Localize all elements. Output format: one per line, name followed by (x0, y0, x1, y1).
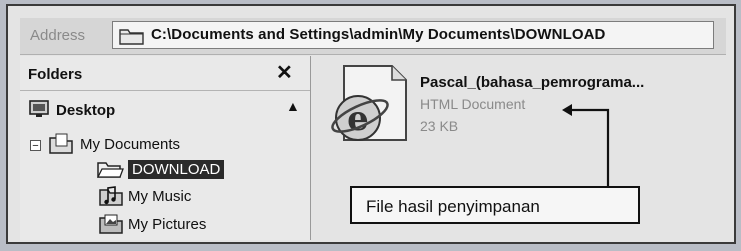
callout-arrow (562, 104, 610, 186)
folder-music-icon (98, 184, 124, 208)
file-size: 23 KB (420, 118, 459, 134)
folder-open-icon (96, 158, 124, 180)
internet-explorer-html-icon[interactable]: e (322, 62, 410, 152)
tree-item-label: My Documents (80, 136, 181, 153)
file-name[interactable]: Pascal_(bahasa_pemrograma... (420, 74, 644, 91)
close-icon[interactable]: ✕ (276, 60, 293, 85)
address-bar: Address C:\Documents and Settings\admin\… (20, 18, 726, 55)
scroll-up-icon[interactable]: ▲ (286, 98, 300, 114)
tree-item-label: Desktop (56, 102, 116, 119)
callout-text: File hasil penyimpanan (366, 197, 540, 216)
folders-pane: Folders ✕ ▲ Desktop − My Documents DOWNL… (20, 56, 311, 240)
address-label: Address (30, 27, 86, 44)
folders-header: Folders ✕ (20, 56, 310, 91)
folder-documents-icon (48, 132, 74, 156)
folders-title: Folders (28, 66, 83, 83)
collapse-toggle[interactable]: − (30, 140, 41, 152)
address-path: C:\Documents and Settings\admin\My Docum… (151, 26, 606, 43)
tree-item-label: DOWNLOAD (128, 160, 225, 179)
desktop-icon (28, 98, 52, 120)
tree-item-label: My Pictures (128, 216, 207, 233)
file-type: HTML Document (420, 96, 526, 112)
address-input[interactable]: C:\Documents and Settings\admin\My Docum… (112, 21, 714, 49)
folder-pictures-icon (98, 212, 124, 236)
folder-icon (119, 26, 145, 46)
annotation-callout: File hasil penyimpanan (350, 186, 640, 224)
tree-item-label: My Music (128, 188, 192, 205)
